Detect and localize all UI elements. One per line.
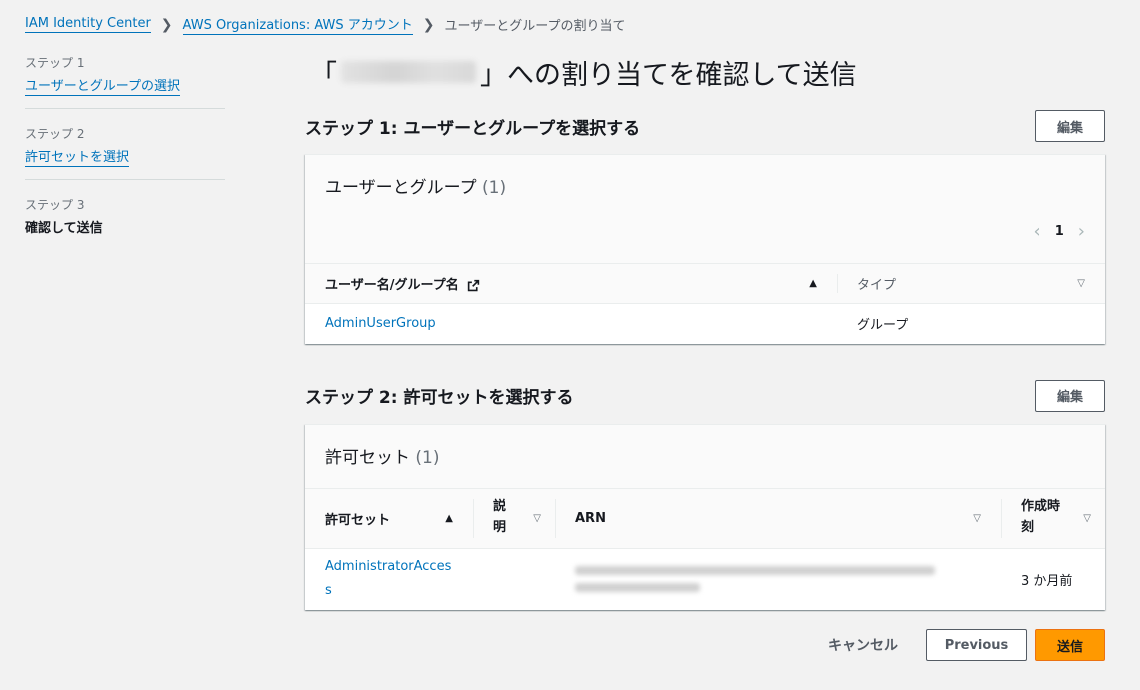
permission-sets-card-header: 許可セット (1) — [305, 424, 1105, 488]
card-count: (1) — [482, 178, 507, 198]
section-step1-title: ステップ 1: ユーザーとグループを選択する — [305, 118, 641, 139]
wizard-footer-actions: キャンセル Previous 送信 — [828, 629, 1105, 661]
permission-set-created: 3 か月前 — [1021, 573, 1073, 589]
title-text: 」への割り当てを確認して送信 — [480, 59, 857, 91]
wizard-step-1: ステップ 1 ユーザーとグループの選択 — [25, 54, 225, 109]
step-link-select-permission-sets[interactable]: 許可セットを選択 — [25, 150, 130, 167]
permission-set-arn — [555, 548, 1001, 610]
pagination: ‹ 1 › — [1034, 221, 1085, 242]
page-number[interactable]: 1 — [1055, 224, 1064, 239]
permission-set-description — [473, 548, 555, 610]
column-header-permission-set[interactable]: 許可セット ▲ — [305, 487, 473, 549]
step-number: ステップ 1 — [25, 56, 85, 70]
column-header-created[interactable]: 作成時刻 ▽ — [1001, 487, 1105, 549]
step-current-review-submit: 確認して送信 — [25, 221, 103, 236]
column-label: タイプ — [857, 278, 897, 293]
users-groups-card: ユーザーとグループ (1) ‹ 1 › ユーザー名/グループ名 ▲ タイプ ▽ … — [305, 154, 1105, 344]
breadcrumb-aws-accounts[interactable]: AWS Organizations: AWS アカウント — [182, 14, 413, 35]
table-row: AdministratorAccess 3 か月前 — [305, 548, 1105, 610]
edit-step1-button[interactable]: 編集 — [1035, 110, 1105, 142]
column-label: 許可セット — [325, 512, 391, 528]
group-type: グループ — [857, 318, 909, 334]
permission-set-link[interactable]: AdministratorAccess — [325, 555, 453, 604]
permission-sets-card: 許可セット (1) 許可セット ▲ 説明 ▽ ARN ▽ 作成時刻 ▽ Admi… — [305, 423, 1105, 611]
column-label: 説明 — [493, 499, 507, 535]
page-title: 「 」への割り当てを確認して送信 — [310, 54, 1105, 91]
section-step1-header: ステップ 1: ユーザーとグループを選択する 編集 — [305, 110, 1105, 142]
wizard-steps-nav: ステップ 1 ユーザーとグループの選択 ステップ 2 許可セットを選択 ステップ… — [25, 54, 225, 266]
column-header-arn[interactable]: ARN ▽ — [555, 487, 1001, 549]
users-groups-card-title: ユーザーとグループ (1) — [325, 173, 1085, 198]
card-title-text: ユーザーとグループ — [325, 178, 477, 198]
column-header-description[interactable]: 説明 ▽ — [473, 487, 555, 549]
breadcrumb: IAM Identity Center ❯ AWS Organizations:… — [25, 14, 625, 35]
permission-sets-table: 許可セット ▲ 説明 ▽ ARN ▽ 作成時刻 ▽ AdministratorA… — [305, 487, 1105, 611]
column-label: ARN — [575, 510, 606, 526]
cancel-button[interactable]: キャンセル — [828, 635, 898, 655]
wizard-step-3: ステップ 3 確認して送信 — [25, 196, 225, 250]
card-count: (1) — [415, 447, 440, 468]
table-row: AdminUserGroup グループ — [305, 304, 1105, 344]
wizard-step-2: ステップ 2 許可セットを選択 — [25, 125, 225, 180]
chevron-right-icon[interactable]: › — [1078, 221, 1085, 242]
chevron-right-icon: ❯ — [422, 16, 435, 33]
sort-ascending-icon[interactable]: ▲ — [809, 278, 817, 289]
users-groups-table: ユーザー名/グループ名 ▲ タイプ ▽ AdminUserGroup グループ — [305, 263, 1105, 344]
step-number: ステップ 2 — [25, 127, 85, 141]
redacted-account-name — [341, 61, 476, 83]
card-title-text: 許可セット — [325, 447, 410, 468]
step-link-select-users-groups[interactable]: ユーザーとグループの選択 — [25, 79, 180, 96]
breadcrumb-current: ユーザーとグループの割り当て — [444, 19, 626, 34]
previous-button[interactable]: Previous — [926, 629, 1027, 661]
section-step2-header: ステップ 2: 許可セットを選択する 編集 — [305, 379, 1105, 412]
main-content: 「 」への割り当てを確認して送信 ステップ 1: ユーザーとグループを選択する … — [305, 54, 1105, 610]
sort-ascending-icon[interactable]: ▲ — [445, 513, 453, 524]
sort-none-icon[interactable]: ▽ — [1077, 278, 1085, 289]
group-name-link[interactable]: AdminUserGroup — [325, 316, 436, 331]
chevron-left-icon[interactable]: ‹ — [1034, 221, 1041, 242]
external-link-icon — [468, 279, 480, 292]
breadcrumb-iam-identity-center[interactable]: IAM Identity Center — [25, 16, 151, 33]
submit-button[interactable]: 送信 — [1035, 629, 1105, 661]
section-step2-title: ステップ 2: 許可セットを選択する — [305, 388, 574, 408]
column-label: 作成時刻 — [1021, 499, 1061, 535]
permission-sets-card-title: 許可セット (1) — [325, 443, 1085, 468]
chevron-right-icon: ❯ — [160, 16, 173, 33]
column-label: ユーザー名/グループ名 — [325, 278, 459, 293]
sort-none-icon[interactable]: ▽ — [973, 513, 981, 524]
title-bracket-open: 「 — [310, 59, 337, 91]
step-number: ステップ 3 — [25, 198, 85, 212]
column-header-name[interactable]: ユーザー名/グループ名 ▲ — [305, 263, 837, 304]
users-groups-card-header: ユーザーとグループ (1) ‹ 1 › — [305, 155, 1105, 263]
sort-none-icon[interactable]: ▽ — [1083, 513, 1091, 524]
redacted-arn — [575, 566, 981, 593]
sort-none-icon[interactable]: ▽ — [533, 513, 541, 524]
edit-step2-button[interactable]: 編集 — [1035, 379, 1105, 412]
column-header-type[interactable]: タイプ ▽ — [837, 263, 1105, 304]
